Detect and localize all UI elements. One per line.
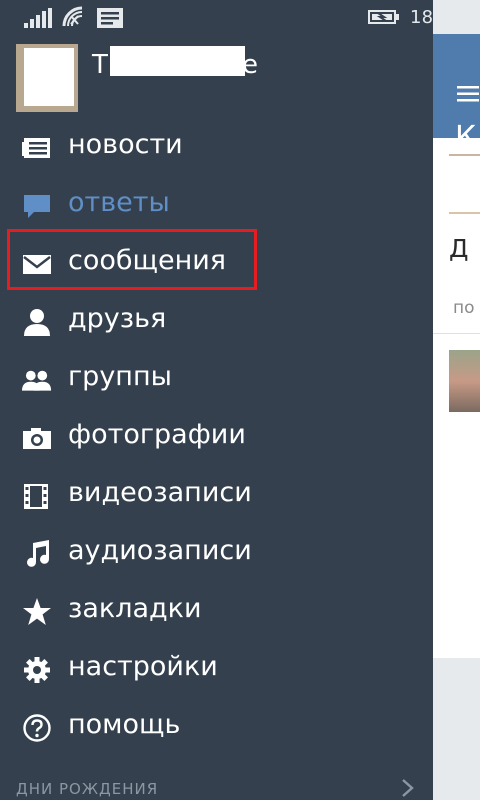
menu-item-settings[interactable]: настройки	[0, 640, 433, 698]
menu-item-videos[interactable]: видеозаписи	[0, 466, 433, 524]
post-photo[interactable]	[449, 350, 480, 412]
menu-item-photos[interactable]: фотографии	[0, 408, 433, 466]
gear-icon	[24, 657, 50, 683]
menu-item-label: видеозаписи	[68, 477, 252, 508]
film-icon	[24, 484, 48, 509]
menu-item-label: друзья	[68, 303, 167, 334]
navigation-drawer: 18:06 T e новости ответ	[0, 0, 463, 800]
profile-name[interactable]: T e	[92, 46, 292, 82]
content-card: Д по	[433, 138, 480, 658]
birthdays-section-header: ДНИ РОЖДЕНИЯ	[16, 780, 159, 798]
avatar[interactable]	[16, 44, 78, 112]
status-bar: 18:06	[0, 0, 480, 34]
name-redaction	[110, 46, 245, 76]
menu-item-label: настройки	[68, 651, 218, 682]
card-title-fragment: Д	[449, 234, 469, 263]
menu-item-label: помощь	[68, 709, 181, 740]
menu-item-audio[interactable]: аудиозаписи	[0, 524, 433, 582]
person-icon	[24, 309, 50, 336]
people-icon	[22, 370, 52, 391]
menu-item-answers[interactable]: ответы	[0, 176, 433, 234]
menu-item-label: ответы	[68, 187, 170, 218]
menu-item-help[interactable]: помощь	[0, 698, 433, 756]
divider	[449, 154, 480, 156]
wifi-icon	[62, 6, 83, 27]
menu-item-friends[interactable]: друзья	[0, 292, 433, 350]
help-icon	[23, 714, 51, 742]
page-header: К	[433, 34, 480, 155]
menu-item-label: аудиозаписи	[68, 535, 252, 566]
chevron-right-icon[interactable]	[398, 778, 416, 798]
camera-icon	[23, 428, 51, 449]
menu-item-label: новости	[68, 129, 183, 160]
main-page-peek[interactable]: К Д по	[433, 0, 480, 800]
menu-item-label: закладки	[68, 593, 202, 624]
speech-bubble-icon	[24, 195, 50, 218]
avatar-redaction	[24, 48, 74, 106]
menu-item-bookmarks[interactable]: закладки	[0, 582, 433, 640]
profile-name-tail: e	[242, 50, 258, 80]
menu-item-label: фотографии	[68, 419, 246, 450]
divider	[433, 333, 480, 334]
highlight-box	[7, 229, 257, 290]
news-icon	[22, 138, 50, 158]
hamburger-icon[interactable]	[457, 86, 479, 102]
message-icon	[97, 8, 123, 28]
divider	[449, 212, 480, 214]
star-icon	[23, 598, 51, 625]
signal-icon	[24, 8, 52, 28]
profile-name-head: T	[92, 50, 108, 80]
menu-item-news[interactable]: новости	[0, 118, 433, 176]
menu-item-groups[interactable]: группы	[0, 350, 433, 408]
music-note-icon	[27, 540, 50, 567]
menu-item-label: группы	[68, 361, 172, 392]
card-subtitle-fragment: по	[453, 298, 475, 318]
battery-charging-icon	[368, 10, 399, 24]
